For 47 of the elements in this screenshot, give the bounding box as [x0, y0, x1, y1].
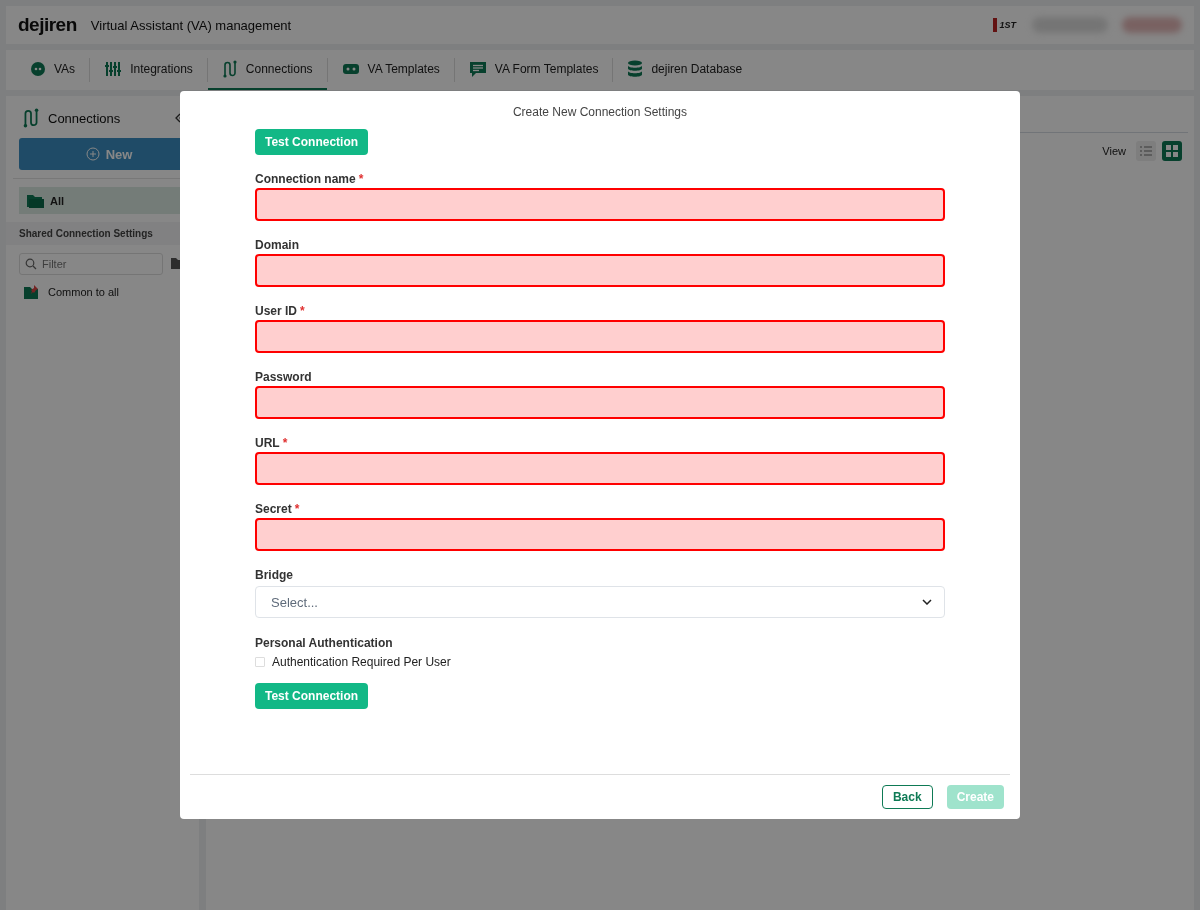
sidebar-title: Connections — [48, 110, 122, 126]
nav-tab[interactable]: Integrations — [90, 50, 207, 90]
nav-tab[interactable]: dejiren Database — [613, 50, 757, 90]
field-label: Bridge — [255, 568, 294, 584]
field-label: User ID * — [255, 304, 306, 320]
connection-item[interactable]: Common to all — [24, 283, 199, 301]
text-input[interactable] — [255, 320, 945, 353]
pinned-folder-icon — [24, 285, 40, 299]
back-button[interactable]: Back — [881, 785, 933, 809]
org-logo: 1ST — [993, 18, 1018, 32]
nav-tab[interactable]: VA Form Templates — [454, 50, 613, 90]
text-input[interactable] — [255, 254, 945, 287]
field-label: Secret * — [255, 502, 301, 518]
text-input[interactable] — [255, 386, 945, 419]
sliders-icon — [104, 61, 123, 77]
field-label: Connection name * — [255, 172, 365, 188]
field-label: URL * — [255, 436, 289, 452]
list-icon — [1140, 146, 1152, 156]
folder-icon — [27, 193, 44, 208]
robot-icon — [341, 62, 360, 76]
database-icon — [627, 60, 644, 78]
connection-icon — [22, 108, 40, 128]
chevron-down-icon — [922, 599, 932, 605]
checkbox-label: Authentication Required Per User — [272, 655, 451, 669]
text-input[interactable] — [255, 452, 945, 485]
view-label: View — [1102, 145, 1126, 157]
field-label: Password — [255, 370, 313, 386]
bridge-select[interactable]: Select... — [255, 586, 945, 618]
brand-logo: dejiren — [18, 14, 77, 36]
grid-icon — [1166, 145, 1178, 157]
chat-form-icon — [468, 60, 487, 78]
grid-view-button[interactable] — [1162, 141, 1182, 161]
checkbox[interactable] — [255, 657, 265, 667]
connection-icon — [221, 60, 238, 78]
list-view-button[interactable] — [1136, 141, 1156, 161]
face-icon — [30, 61, 46, 77]
filter-field[interactable]: Filter — [19, 253, 163, 275]
plus-circle-icon — [85, 147, 100, 161]
nav-tab[interactable]: VA Templates — [327, 50, 454, 90]
app-title: Virtual Assistant (VA) management — [90, 17, 292, 33]
text-input[interactable] — [255, 188, 945, 221]
blurred-avatar — [1122, 17, 1182, 33]
field-label: Domain — [255, 238, 300, 254]
field-label: Personal Authentication — [255, 636, 394, 652]
text-input[interactable] — [255, 518, 945, 551]
nav-tab[interactable]: VAs — [16, 50, 90, 90]
dialog-title: Create New Connection Settings — [511, 105, 689, 119]
